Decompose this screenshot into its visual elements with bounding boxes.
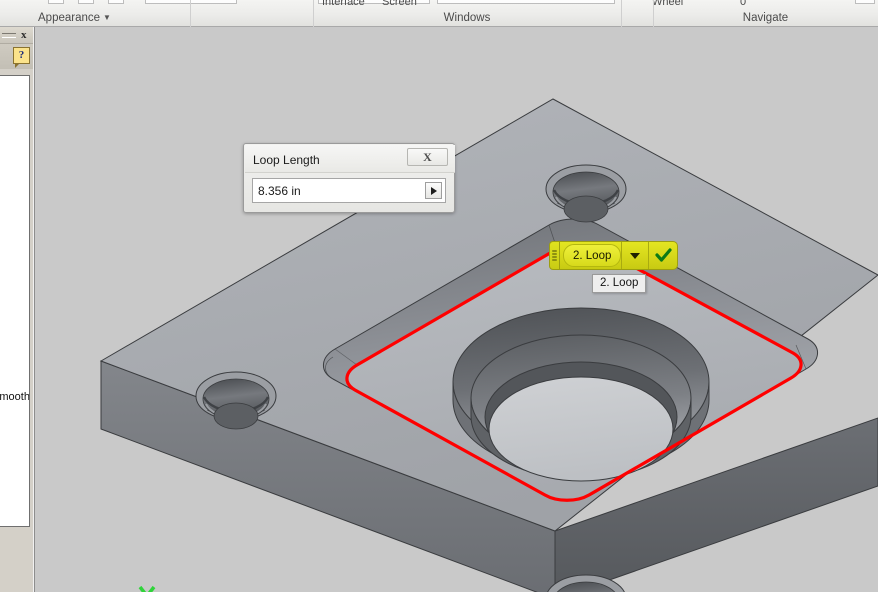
browser-title-bar: x bbox=[0, 27, 33, 44]
ribbon-panel-appearance[interactable]: Appearance ▼ bbox=[38, 11, 158, 26]
ribbon-combobox-appearance[interactable] bbox=[145, 0, 237, 4]
ribbon-tool-label-screen: Screen bbox=[382, 0, 417, 8]
play-arrow-icon[interactable] bbox=[425, 182, 442, 199]
ribbon-button-navigate-tool[interactable] bbox=[855, 0, 875, 4]
browser-tree[interactable]: Fillet2 (Smooth) bbox=[0, 75, 30, 527]
drag-grip-icon[interactable] bbox=[549, 241, 560, 270]
ribbon-tool-label-interface: Interface bbox=[322, 0, 365, 8]
ribbon-bar: Interface Screen Wheel 0 Appearance ▼ Win… bbox=[0, 0, 878, 27]
help-icon[interactable]: ? bbox=[13, 47, 30, 68]
ribbon-tool-label-zero: 0 bbox=[740, 0, 747, 8]
close-icon[interactable]: X bbox=[407, 148, 448, 166]
mini-toolbar-body: 2. Loop bbox=[560, 241, 679, 270]
cad-application-window: Interface Screen Wheel 0 Appearance ▼ Win… bbox=[0, 0, 878, 592]
selection-label[interactable]: 2. Loop bbox=[563, 244, 622, 267]
tree-item-fillet[interactable]: Fillet2 (Smooth) bbox=[0, 391, 29, 403]
loop-length-dialog[interactable]: Loop Length X bbox=[243, 143, 455, 213]
model-browser-panel: x ? Fillet2 (Smooth) bbox=[0, 27, 33, 592]
ribbon-tool-label-wheel: Wheel bbox=[652, 0, 684, 8]
ribbon-tool-icon-c[interactable] bbox=[108, 0, 124, 4]
browser-help-strip: ? bbox=[0, 44, 33, 69]
loop-length-input[interactable] bbox=[258, 182, 408, 199]
ribbon-tool-icon-b[interactable] bbox=[78, 0, 94, 4]
selection-tooltip: 2. Loop bbox=[592, 274, 647, 293]
axis-triad-indicator[interactable] bbox=[125, 585, 169, 592]
minimize-icon[interactable] bbox=[2, 33, 16, 38]
checkmark-icon[interactable] bbox=[648, 242, 677, 269]
ribbon-panel-windows[interactable]: Windows bbox=[313, 11, 621, 25]
ribbon-clipped-tool-row: Interface Screen Wheel 0 bbox=[0, 0, 878, 9]
chevron-down-icon[interactable] bbox=[621, 242, 648, 269]
close-icon[interactable]: x bbox=[21, 29, 27, 41]
ribbon-tool-icon-a[interactable] bbox=[48, 0, 64, 4]
graphics-viewport[interactable]: Loop Length X 2. Loop 2. bbox=[33, 27, 878, 592]
dialog-title: Loop Length bbox=[253, 153, 320, 167]
ribbon-panel-appearance-label: Appearance bbox=[38, 12, 101, 24]
selection-mini-toolbar[interactable]: 2. Loop bbox=[549, 241, 679, 270]
chevron-down-icon[interactable]: ▼ bbox=[103, 13, 111, 22]
ribbon-panel-divider-1 bbox=[190, 0, 191, 27]
ribbon-panel-divider-3 bbox=[621, 0, 622, 27]
cad-model-3d[interactable] bbox=[33, 27, 878, 592]
ribbon-button-windows-tool[interactable] bbox=[437, 0, 615, 4]
loop-length-field-wrapper[interactable] bbox=[252, 178, 446, 203]
ribbon-panel-navigate[interactable]: Navigate bbox=[653, 11, 878, 25]
